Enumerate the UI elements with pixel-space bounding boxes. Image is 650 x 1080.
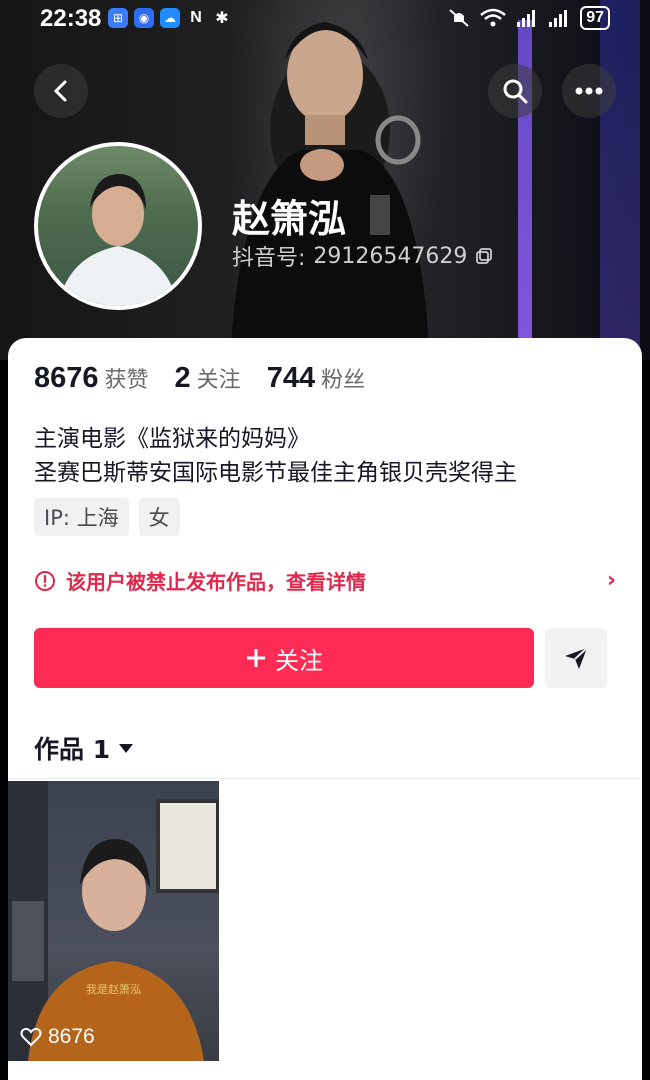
mute-icon <box>449 9 469 27</box>
profile-id: 抖音号: 29126547629 <box>232 240 493 272</box>
stat-followers-value: 744 <box>266 362 316 394</box>
tab-works[interactable]: 作品 1 <box>34 730 134 766</box>
battery-level: 97 <box>580 6 610 30</box>
back-button[interactable] <box>34 64 88 118</box>
search-button[interactable] <box>488 64 542 118</box>
signal-icon <box>517 10 536 27</box>
tab-works-label: 作品 1 <box>34 735 111 764</box>
profile-stats: 8676 获赞 2 关注 744 粉丝 <box>34 362 365 395</box>
stat-following-label: 关注 <box>196 368 241 393</box>
bio-line: 主演电影《监狱来的妈妈》 <box>34 426 310 452</box>
stat-likes-label: 获赞 <box>104 368 149 393</box>
status-system-icons: 97 <box>448 6 610 30</box>
bluetooth-icon: ✱ <box>215 10 229 27</box>
stat-followers-label: 粉丝 <box>321 368 366 393</box>
app-notification-icon: ◉ <box>134 8 154 28</box>
profile-id-label: 抖音号: <box>232 246 306 271</box>
gender-tag: 女 <box>138 498 180 536</box>
stat-likes-value: 8676 <box>34 362 99 394</box>
copy-icon[interactable] <box>475 247 493 265</box>
stat-followers[interactable]: 744 粉丝 <box>267 362 365 395</box>
weather-icon: ☁ <box>160 8 180 28</box>
profile-id-value: 29126547629 <box>313 243 468 269</box>
stat-following-value: 2 <box>174 362 191 394</box>
more-horizontal-icon <box>575 87 603 95</box>
app-notification-icon: ⊞ <box>108 8 128 28</box>
ip-location-tag: IP: 上海 <box>34 498 129 536</box>
heart-icon <box>20 1027 42 1047</box>
profile-tags: IP: 上海 女 <box>34 498 180 536</box>
nfc-icon: N <box>190 9 202 26</box>
plus-icon <box>247 649 265 667</box>
ban-warning-link[interactable]: 该用户被禁止发布作品，查看详情 › <box>34 566 616 595</box>
video-like-count-value: 8676 <box>48 1025 95 1048</box>
divider <box>8 778 642 779</box>
chevron-left-icon <box>53 80 67 102</box>
follow-button-label: 关注 <box>275 646 323 675</box>
send-message-button[interactable] <box>545 628 607 688</box>
wifi-icon <box>480 8 507 27</box>
status-time: 22:38 <box>40 5 102 32</box>
profile-name: 赵箫泓 <box>232 197 347 241</box>
avatar[interactable] <box>34 142 202 310</box>
ban-warning-text: 该用户被禁止发布作品，查看详情 <box>66 570 366 594</box>
chevron-right-icon: › <box>606 568 616 593</box>
more-button[interactable] <box>562 64 616 118</box>
video-thumbnail-image <box>8 781 219 1061</box>
follow-button[interactable]: 关注 <box>34 628 534 688</box>
signal-icon <box>549 10 568 27</box>
caret-down-icon <box>119 744 134 753</box>
alert-circle-icon <box>35 570 55 591</box>
video-caption: 我是赵箫泓 <box>86 983 141 996</box>
profile-bio: 主演电影《监狱来的妈妈》 圣赛巴斯蒂安国际电影节最佳主角银贝壳奖得主 <box>34 422 517 490</box>
stat-likes[interactable]: 8676 获赞 <box>34 362 149 395</box>
search-icon <box>503 79 528 104</box>
send-icon <box>565 647 588 669</box>
status-bar: 22:38 ⊞ ◉ ☁ N ✱ 97 <box>0 0 650 36</box>
status-notification-icons: ⊞ ◉ ☁ N ✱ <box>108 8 232 28</box>
video-like-count: 8676 <box>20 1025 95 1049</box>
bio-line: 圣赛巴斯蒂安国际电影节最佳主角银贝壳奖得主 <box>34 460 517 486</box>
video-thumbnail[interactable]: 我是赵箫泓 8676 <box>8 781 219 1061</box>
stat-following[interactable]: 2 关注 <box>175 362 241 395</box>
profile-card: 8676 获赞 2 关注 744 粉丝 主演电影《监狱来的妈妈》 圣赛巴斯蒂安国际电影… <box>8 338 642 1080</box>
